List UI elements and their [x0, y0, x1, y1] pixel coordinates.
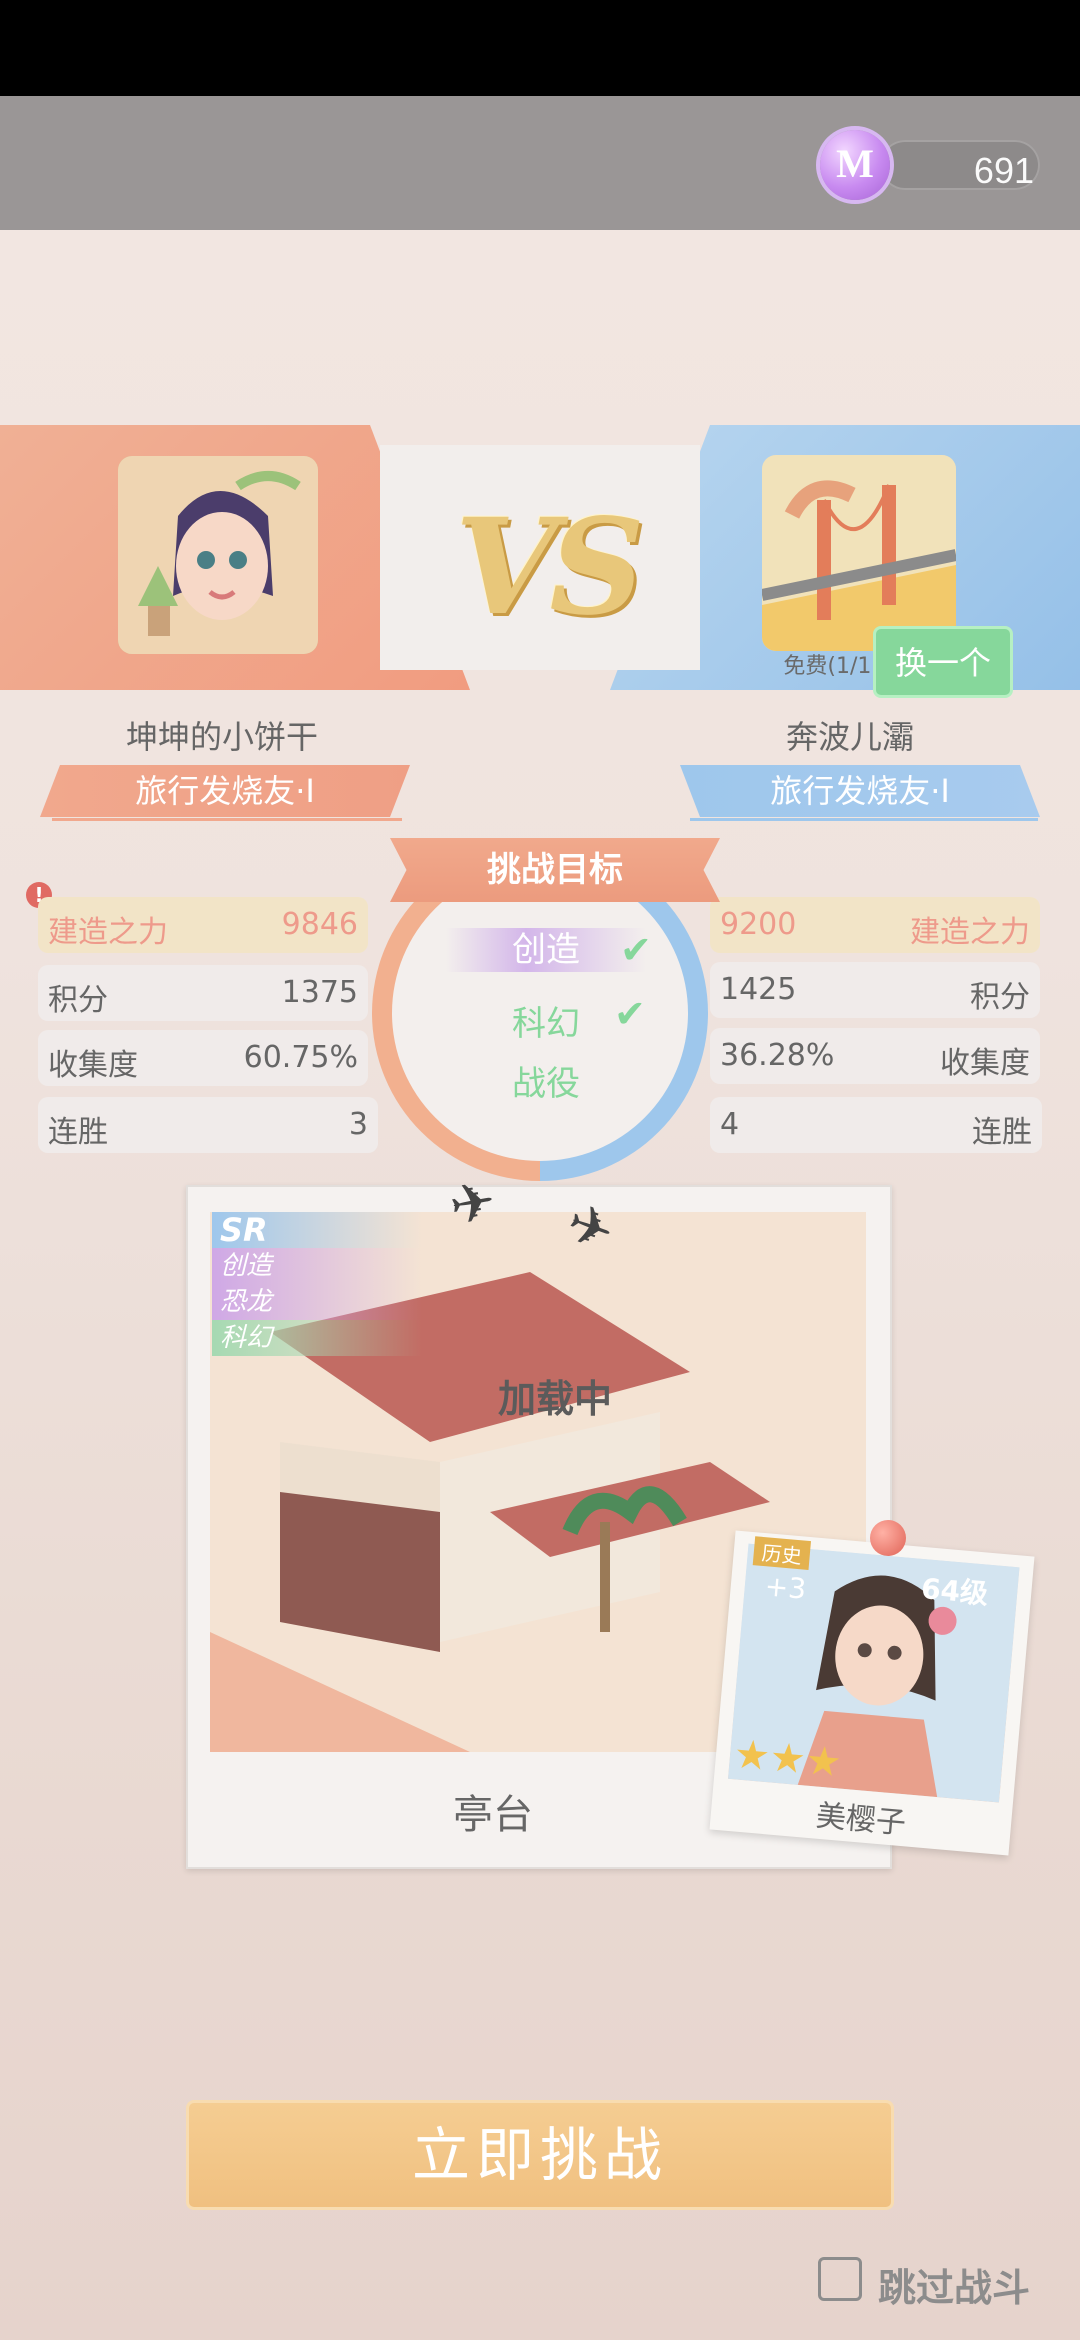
- goal-create-check-icon: ✔: [620, 928, 652, 972]
- right-player-name: 奔波儿灞: [785, 718, 914, 756]
- stat-value: 9200: [720, 907, 797, 942]
- loading-text: 加载中: [497, 1377, 612, 1421]
- right-rank-underline: [690, 818, 1038, 821]
- pin-icon: [870, 1520, 906, 1556]
- stat-value: 3: [348, 1107, 368, 1142]
- stat-value: 36.28%: [720, 1038, 835, 1073]
- character-bonus: +3: [763, 1569, 808, 1606]
- stat-label: 积分: [970, 980, 1030, 1015]
- stat-row-left-power: 建造之力 9846: [38, 897, 368, 953]
- right-player-rank: 旅行发烧友·I: [680, 765, 1040, 817]
- card-tags: SR 创造 恐龙 科幻: [212, 1212, 422, 1356]
- skip-battle-label: 跳过战斗: [878, 2266, 1031, 2310]
- stat-label: 连胜: [972, 1115, 1032, 1150]
- stat-row-right-collection: 36.28% 收集度: [710, 1028, 1040, 1084]
- skip-battle-toggle[interactable]: 跳过战斗: [818, 2253, 1058, 2313]
- stat-value: 9846: [281, 907, 358, 942]
- girl-avatar-icon: [118, 456, 318, 654]
- card-tag: 科幻: [212, 1320, 422, 1356]
- left-player-rank: 旅行发烧友·I: [40, 765, 410, 817]
- plane-icon: ✈: [444, 1168, 501, 1239]
- currency-pill: 691: [880, 140, 1040, 191]
- stat-row-left-score: 积分 1375: [38, 965, 368, 1021]
- character-tag: 历史: [752, 1536, 812, 1570]
- stat-value: 4: [720, 1107, 740, 1142]
- goal-battle: 战役: [512, 1064, 580, 1104]
- right-player-avatar[interactable]: [762, 455, 956, 651]
- stat-row-right-score: 1425 积分: [710, 962, 1040, 1018]
- stat-value: 60.75%: [243, 1040, 358, 1075]
- stat-label: 建造之力: [910, 915, 1030, 950]
- currency-display[interactable]: 691 M: [820, 130, 1040, 200]
- free-swap-count: 免费(1/1): [783, 654, 880, 679]
- stat-row-right-streak: 4 连胜: [710, 1097, 1042, 1153]
- character-card[interactable]: 历史 64级 +3 ★★★ 美樱子: [709, 1530, 1035, 1856]
- vs-label: VS: [455, 490, 645, 645]
- swap-opponent-button[interactable]: 换一个: [873, 626, 1013, 698]
- stat-label: 收集度: [940, 1046, 1030, 1081]
- currency-value: 691: [973, 150, 1034, 191]
- stat-label: 连胜: [48, 1115, 108, 1150]
- goal-scifi-check-icon: ✔: [614, 992, 646, 1036]
- coin-letter: M: [836, 141, 874, 186]
- stat-row-right-power: 9200 建造之力: [710, 897, 1040, 953]
- stat-label: 建造之力: [48, 915, 168, 950]
- character-level: 64级: [919, 1571, 990, 1611]
- left-player-avatar[interactable]: [118, 456, 318, 654]
- m-coin-icon: M: [820, 130, 890, 200]
- card-tag: 恐龙: [212, 1284, 422, 1320]
- skip-battle-checkbox[interactable]: [818, 2257, 862, 2301]
- status-bar: [0, 0, 1080, 96]
- star-rating-icon: ★★★: [732, 1731, 844, 1787]
- stat-value: 1375: [281, 975, 358, 1010]
- goal-create: 创造: [446, 928, 646, 972]
- stat-value: 1425: [720, 972, 797, 1007]
- card-tag: 创造: [212, 1248, 422, 1284]
- challenge-now-button[interactable]: 立即挑战: [186, 2100, 894, 2210]
- stat-label: 收集度: [48, 1048, 138, 1083]
- stat-row-left-streak: 连胜 3: [38, 1097, 378, 1153]
- stat-row-left-collection: 收集度 60.75%: [38, 1030, 368, 1086]
- left-player-name: 坤坤的小饼干: [125, 718, 318, 756]
- rarity-badge: SR: [212, 1212, 422, 1248]
- left-rank-underline: [52, 818, 402, 821]
- stat-label: 积分: [48, 983, 108, 1018]
- challenge-title: 挑战目标: [390, 838, 720, 902]
- bridge-avatar-icon: [762, 455, 956, 651]
- building-name: 亭台: [453, 1792, 533, 1838]
